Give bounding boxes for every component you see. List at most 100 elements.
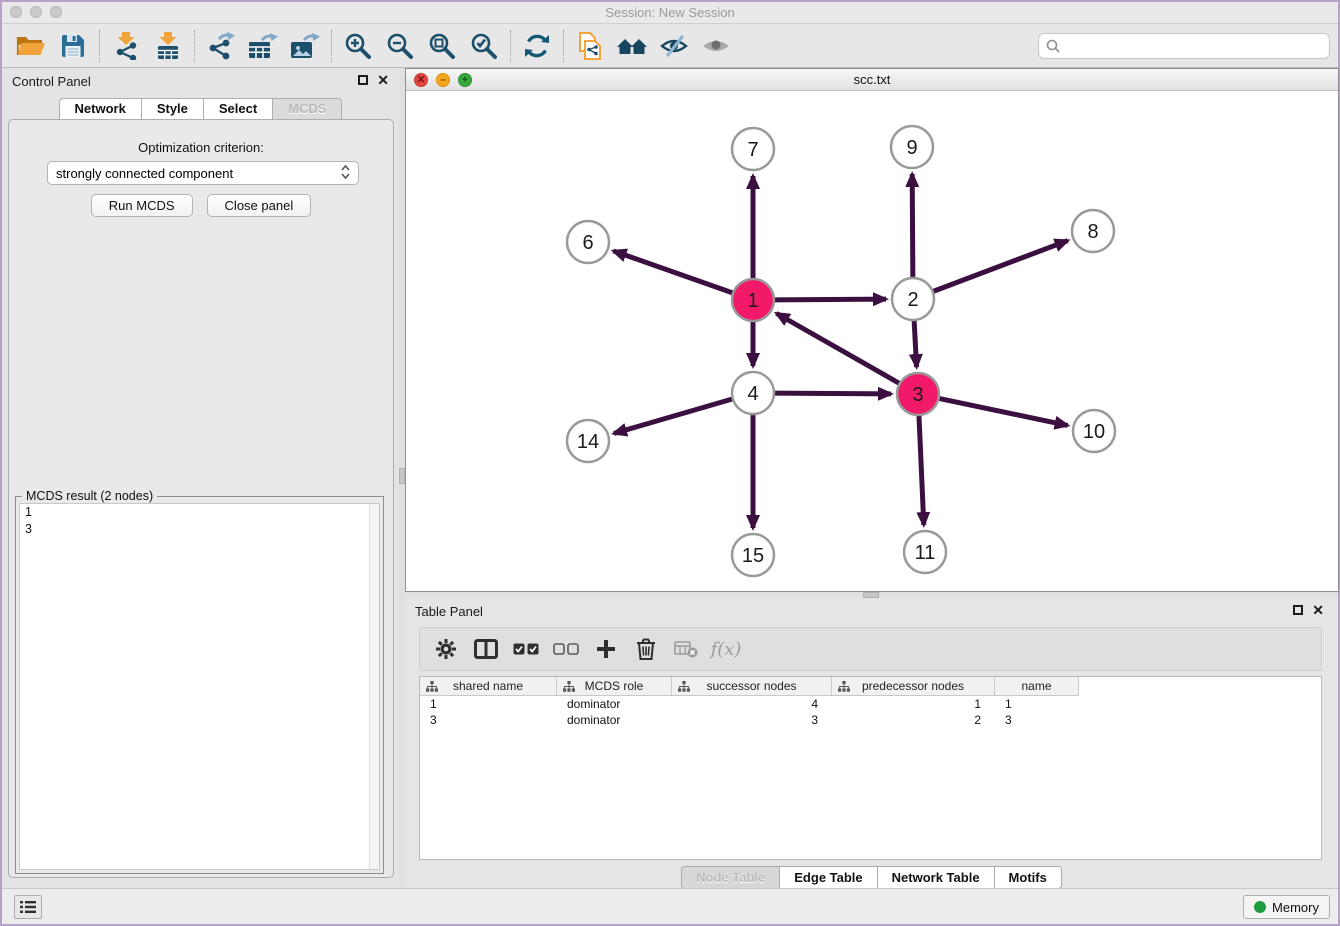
window-titlebar: Session: New Session	[2, 2, 1338, 24]
graph-node-3[interactable]: 3	[897, 373, 939, 415]
zoom-selected-button[interactable]	[463, 27, 505, 65]
memory-button[interactable]: Memory	[1243, 895, 1330, 919]
table-cell[interactable]: 1	[420, 696, 557, 712]
result-scrollbar[interactable]	[369, 504, 379, 869]
svg-text:1: 1	[747, 290, 758, 312]
graph-node-7[interactable]: 7	[732, 128, 774, 170]
search-input[interactable]	[1065, 38, 1322, 53]
close-panel-icon[interactable]: ✕	[377, 75, 389, 85]
export-network-button[interactable]	[200, 27, 242, 65]
column-header-shared-name[interactable]: shared name	[420, 677, 557, 696]
graph-node-1[interactable]: 1	[732, 279, 774, 321]
graph-node-9[interactable]: 9	[891, 126, 933, 168]
svg-text:4: 4	[747, 383, 758, 405]
save-session-button[interactable]	[52, 27, 94, 65]
import-network-button[interactable]	[105, 27, 147, 65]
search-box[interactable]	[1038, 33, 1330, 59]
settings-button[interactable]	[428, 631, 464, 667]
select-all-icon	[513, 643, 539, 655]
table-cell[interactable]: 3	[420, 712, 557, 728]
list-icon	[20, 900, 36, 914]
graph-node-14[interactable]: 14	[567, 420, 609, 462]
graph-edge-3-1[interactable]	[776, 313, 898, 383]
tab-edge-table[interactable]: Edge Table	[779, 866, 876, 889]
delete-button[interactable]	[628, 631, 664, 667]
result-node-id[interactable]: 1	[20, 504, 379, 521]
export-image-button[interactable]	[284, 27, 326, 65]
graph-edge-1-6[interactable]	[613, 251, 732, 293]
float-panel-icon[interactable]	[358, 75, 368, 85]
graph-node-10[interactable]: 10	[1073, 410, 1115, 452]
tab-mcds[interactable]: MCDS	[272, 98, 342, 120]
graph-edge-4-14[interactable]	[614, 399, 732, 433]
table-row[interactable]: 1dominator411	[420, 696, 1321, 712]
mcds-tab-content: Optimization criterion: strongly connect…	[8, 119, 394, 878]
status-bar: Memory	[2, 888, 1338, 924]
column-type-icon	[678, 681, 690, 695]
import-table-button[interactable]	[147, 27, 189, 65]
add-button[interactable]	[588, 631, 624, 667]
graph-node-11[interactable]: 11	[904, 531, 946, 573]
eye-button[interactable]	[695, 27, 737, 65]
home-button[interactable]	[611, 27, 653, 65]
run-mcds-button[interactable]: Run MCDS	[91, 194, 193, 217]
deselect-all-button[interactable]	[548, 631, 584, 667]
table-cell[interactable]: 3	[672, 712, 832, 728]
criterion-select[interactable]: strongly connected component	[47, 161, 359, 185]
column-type-icon	[426, 681, 438, 695]
table-cell[interactable]: 3	[995, 712, 1079, 728]
network-canvas[interactable]: 7 9 6 8 1 2 4 3 14 10 15 11	[406, 91, 1338, 591]
graph-edge-2-9[interactable]	[912, 174, 913, 277]
close-panel-button[interactable]: Close panel	[207, 194, 312, 217]
open-session-button[interactable]	[10, 27, 52, 65]
header-filler	[1079, 677, 1321, 696]
tab-node-table[interactable]: Node Table	[681, 866, 779, 889]
graph-node-4[interactable]: 4	[732, 372, 774, 414]
zoom-fit-button[interactable]	[421, 27, 463, 65]
graph-edge-3-10[interactable]	[940, 399, 1068, 426]
tab-style[interactable]: Style	[141, 98, 203, 120]
hide-eye-button[interactable]	[653, 27, 695, 65]
graph-node-15[interactable]: 15	[732, 534, 774, 576]
graph-node-2[interactable]: 2	[892, 278, 934, 320]
close-panel-icon[interactable]: ✕	[1312, 605, 1324, 615]
mcds-result-list[interactable]: 13	[19, 503, 380, 870]
export-table-button[interactable]	[242, 27, 284, 65]
column-header-name[interactable]: name	[995, 677, 1079, 696]
table-cell[interactable]: 1	[995, 696, 1079, 712]
task-history-button[interactable]	[14, 895, 42, 919]
graph-edge-2-3[interactable]	[914, 321, 916, 367]
graph-edge-3-11[interactable]	[919, 416, 924, 525]
zoom-selected-icon	[470, 32, 498, 60]
split-view-button[interactable]	[468, 631, 504, 667]
table-cell[interactable]: 1	[832, 696, 995, 712]
column-header-mcds-role[interactable]: MCDS role	[557, 677, 672, 696]
graph-node-8[interactable]: 8	[1072, 210, 1114, 252]
graph-edge-1-2[interactable]	[775, 299, 886, 300]
copy-network-button[interactable]	[569, 27, 611, 65]
result-node-id[interactable]: 3	[20, 521, 379, 538]
main-toolbar	[2, 24, 1338, 68]
float-panel-icon[interactable]	[1293, 605, 1303, 615]
tab-select[interactable]: Select	[203, 98, 272, 120]
table-cell[interactable]: 4	[672, 696, 832, 712]
tab-network[interactable]: Network	[59, 98, 141, 120]
select-all-button[interactable]	[508, 631, 544, 667]
graph-node-6[interactable]: 6	[567, 221, 609, 263]
column-header-predecessor-nodes[interactable]: predecessor nodes	[832, 677, 995, 696]
zoom-out-button[interactable]	[379, 27, 421, 65]
tab-network-table[interactable]: Network Table	[877, 866, 994, 889]
graph-edge-4-3[interactable]	[775, 393, 891, 394]
table-cell[interactable]: dominator	[557, 696, 672, 712]
column-header-successor-nodes[interactable]: successor nodes	[672, 677, 832, 696]
export-network-icon	[207, 32, 235, 60]
toolbar-separator	[194, 30, 195, 62]
graph-edge-2-8[interactable]	[934, 241, 1068, 292]
tab-motifs[interactable]: Motifs	[994, 866, 1062, 889]
refresh-button[interactable]	[516, 27, 558, 65]
delete-table-icon	[674, 640, 698, 658]
table-cell[interactable]: 2	[832, 712, 995, 728]
zoom-in-button[interactable]	[337, 27, 379, 65]
table-cell[interactable]: dominator	[557, 712, 672, 728]
table-row[interactable]: 3dominator323	[420, 712, 1321, 728]
